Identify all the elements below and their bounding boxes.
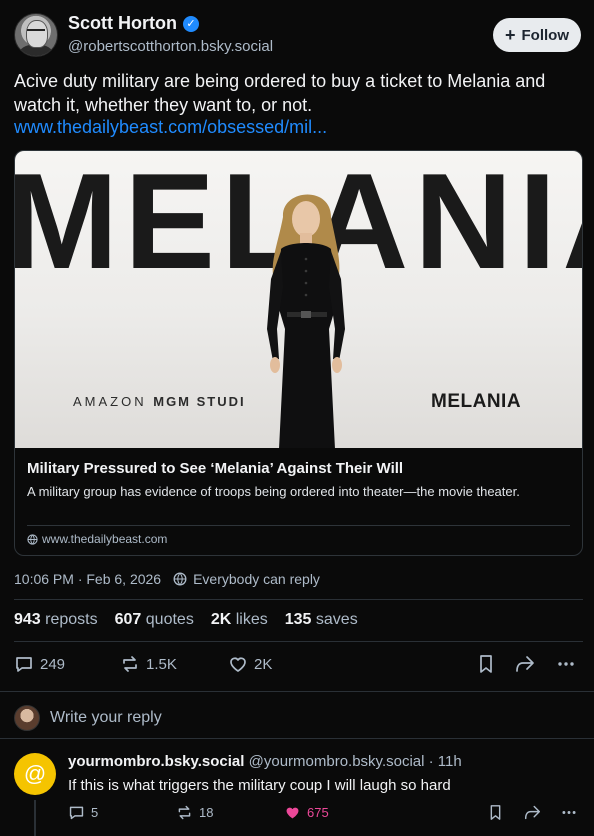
comment-icon	[16, 657, 32, 672]
reply-composer-prompt[interactable]: Write your reply	[14, 705, 162, 731]
reply-button[interactable]: 249	[14, 654, 65, 674]
at-sign-icon: @	[23, 761, 47, 786]
verified-check-icon: ✓	[182, 15, 199, 32]
stat-reposts-count: 943	[14, 611, 41, 628]
like-count: 2K	[254, 655, 273, 673]
reply-placeholder: Write your reply	[50, 709, 162, 726]
author-name-text: Scott Horton	[68, 13, 177, 33]
globe-icon	[27, 533, 38, 545]
reply-reply-button[interactable]: 5	[68, 804, 98, 821]
image-brand-left-bold: MGM STUDI	[153, 394, 246, 409]
author-name[interactable]: Scott Horton ✓	[68, 13, 199, 34]
divider	[0, 691, 594, 692]
bookmark-icon	[480, 655, 492, 673]
author-handle[interactable]: @robertscotthorton.bsky.social	[68, 38, 273, 55]
link-card-description: A military group has evidence of troops …	[27, 484, 520, 499]
stat-reposts-label: reposts	[45, 611, 98, 628]
more-options-button[interactable]	[556, 654, 576, 674]
reply-setting[interactable]: Everybody can reply	[193, 571, 320, 587]
ellipsis-icon	[558, 662, 574, 666]
reply-author-handle-time[interactable]: @yourmombro.bsky.social · 11h	[249, 753, 462, 770]
repost-button[interactable]: 1.5K	[120, 654, 177, 674]
reply-more-options-button[interactable]	[560, 804, 578, 821]
reply-reply-count: 5	[91, 805, 99, 820]
reply-count: 249	[40, 655, 66, 673]
post-stats: 943 reposts 607 quotes 2K likes 135 save…	[14, 611, 358, 629]
stat-quotes-count: 607	[114, 611, 142, 628]
woman-figure-illustration	[267, 194, 345, 448]
reply-repost-count: 18	[199, 805, 214, 820]
link-card-image: MELANIA AMAZON MGM STUDI MELANIA	[15, 151, 582, 448]
link-card-domain: www.thedailybeast.com	[27, 532, 167, 546]
reply-author-name[interactable]: yourmombro.bsky.social	[68, 753, 244, 770]
ellipsis-icon	[562, 811, 576, 814]
reply-repost-button[interactable]: 18	[176, 804, 213, 821]
repost-icon	[123, 656, 137, 672]
stat-likes-label: likes	[235, 611, 268, 628]
image-brand-left-thin: AMAZON	[73, 394, 154, 409]
share-icon	[524, 805, 541, 820]
post-timestamp[interactable]: 10:06 PM · Feb 6, 2026	[14, 571, 161, 587]
current-user-avatar	[14, 705, 40, 731]
divider	[0, 738, 594, 739]
stat-likes[interactable]: 2K likes	[211, 611, 268, 629]
reply-actions: 5 18 675	[68, 804, 580, 824]
divider	[14, 641, 583, 642]
post-meta: 10:06 PM · Feb 6, 2026 Everybody can rep…	[14, 571, 320, 587]
reply-like-button[interactable]: 675	[284, 804, 329, 821]
reply-text: If this is what triggers the military co…	[68, 777, 451, 794]
stat-quotes-label: quotes	[145, 611, 194, 628]
reply-bookmark-button[interactable]	[488, 804, 503, 821]
comment-icon	[69, 806, 84, 820]
link-card-divider	[27, 525, 570, 526]
repost-icon	[178, 805, 191, 820]
reply-like-count: 675	[307, 805, 329, 820]
reply-header: yourmombro.bsky.social @yourmombro.bsky.…	[68, 753, 462, 770]
heart-icon	[230, 657, 246, 672]
stat-reposts[interactable]: 943 reposts	[14, 611, 98, 629]
stat-quotes[interactable]: 607 quotes	[115, 611, 194, 629]
follow-button[interactable]: + Follow	[493, 18, 581, 52]
repost-count: 1.5K	[146, 655, 177, 673]
like-button[interactable]: 2K	[228, 654, 272, 674]
bookmark-icon	[490, 805, 501, 820]
globe-icon	[173, 572, 187, 586]
stat-saves[interactable]: 135 saves	[285, 611, 358, 629]
post-actions: 249 1.5K 2K	[14, 654, 580, 676]
heart-filled-icon	[286, 807, 299, 819]
post-link[interactable]: www.thedailybeast.com/obsessed/mil...	[14, 117, 327, 138]
post-text: Acive duty military are being ordered to…	[14, 71, 546, 115]
share-button[interactable]	[514, 654, 536, 674]
image-brand-right: MELANIA	[431, 391, 522, 412]
plus-icon: +	[504, 25, 516, 45]
bookmark-button[interactable]	[477, 654, 495, 674]
thread-line	[34, 800, 36, 836]
reply-share-button[interactable]	[523, 804, 542, 821]
share-icon	[516, 656, 534, 672]
link-card[interactable]: MELANIA AMAZON MGM STUDI MELANIA	[14, 150, 583, 556]
author-avatar[interactable]	[14, 13, 58, 57]
stat-saves-label: saves	[315, 611, 358, 628]
image-brand-left: AMAZON MGM STUDI	[73, 394, 246, 409]
stat-likes-count: 2K	[210, 611, 232, 628]
divider	[14, 599, 583, 600]
reply-author-avatar[interactable]: @	[14, 753, 56, 795]
follow-label: Follow	[521, 26, 570, 44]
link-card-title: Military Pressured to See ‘Melania’ Agai…	[27, 460, 404, 477]
stat-saves-count: 135	[284, 611, 312, 628]
link-card-domain-text: www.thedailybeast.com	[42, 532, 168, 546]
